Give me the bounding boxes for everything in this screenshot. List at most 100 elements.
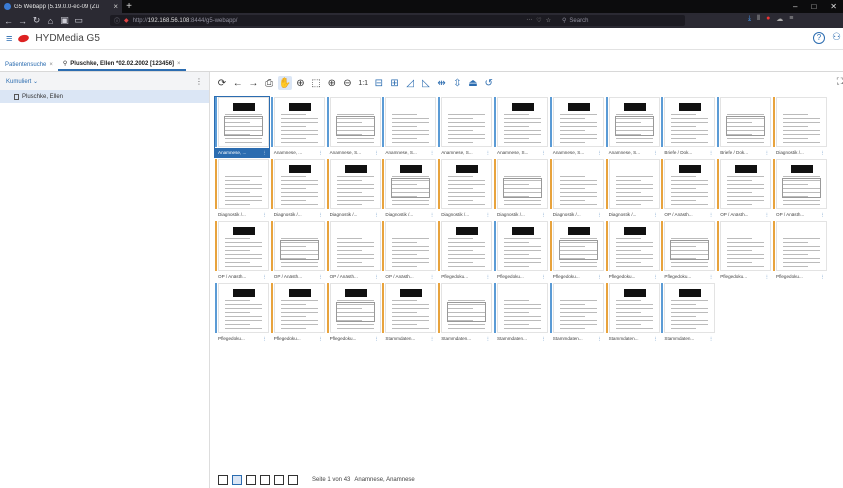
document-menu-icon[interactable]: ⋮: [430, 212, 437, 218]
document-menu-icon[interactable]: ⋮: [765, 274, 772, 280]
view-right-icon[interactable]: [288, 475, 298, 485]
forward-icon[interactable]: →: [246, 76, 260, 90]
document-menu-icon[interactable]: ⋮: [765, 150, 772, 156]
close-tab-icon[interactable]: ×: [113, 2, 118, 11]
pocket-icon[interactable]: ♡: [536, 17, 541, 24]
fit-width-icon[interactable]: ⇹: [435, 76, 449, 90]
document-menu-icon[interactable]: ⋮: [374, 274, 381, 280]
close-window-button[interactable]: ✕: [830, 2, 837, 11]
document-thumbnail[interactable]: Anamnese, S... ⋮: [549, 97, 604, 157]
document-menu-icon[interactable]: ⋮: [430, 150, 437, 156]
document-menu-icon[interactable]: ⋮: [820, 212, 827, 218]
document-menu-icon[interactable]: ⋮: [709, 150, 716, 156]
document-thumbnail[interactable]: Anamnese, S... ⋮: [494, 97, 548, 157]
forward-icon[interactable]: →: [18, 16, 27, 26]
back-icon[interactable]: ←: [4, 16, 13, 26]
extension-icon[interactable]: ▣: [60, 15, 69, 26]
view-left-icon[interactable]: [260, 475, 270, 485]
minimize-button[interactable]: –: [793, 2, 797, 11]
document-thumbnail[interactable]: Diagnostik /... ⋮: [215, 159, 269, 219]
document-menu-icon[interactable]: ⋮: [709, 336, 716, 342]
document-thumbnail[interactable]: OP / Anästh... ⋮: [270, 221, 325, 281]
rotate-icon[interactable]: ⟳: [215, 76, 229, 90]
view-bottom-icon[interactable]: [274, 475, 284, 485]
document-menu-icon[interactable]: ⋮: [486, 150, 493, 156]
document-menu-icon[interactable]: ⋮: [486, 336, 493, 342]
document-thumbnail[interactable]: Pflegedoku... ⋮: [717, 221, 772, 281]
document-thumbnail[interactable]: Pflegedoku... ⋮: [494, 221, 548, 281]
document-menu-icon[interactable]: ⋮: [318, 336, 325, 342]
addon-icon[interactable]: ●: [766, 15, 770, 23]
document-menu-icon[interactable]: ⋮: [374, 336, 381, 342]
rotate-right-icon[interactable]: ◺: [419, 76, 433, 90]
actual-size-icon[interactable]: 1:1: [356, 76, 370, 90]
document-menu-icon[interactable]: ⋮: [374, 150, 381, 156]
view-single-icon[interactable]: [218, 475, 228, 485]
document-thumbnail[interactable]: Diagnostik /... ⋮: [549, 159, 604, 219]
document-menu-icon[interactable]: ⋮: [318, 274, 325, 280]
document-menu-icon[interactable]: ⋮: [262, 336, 269, 342]
document-thumbnail[interactable]: Diagnostik /... ⋮: [326, 159, 381, 219]
document-thumbnail[interactable]: Pflegedoku... ⋮: [549, 221, 604, 281]
document-menu-icon[interactable]: ⋮: [597, 212, 604, 218]
document-menu-icon[interactable]: ⋮: [262, 150, 269, 156]
document-thumbnail[interactable]: Diagnostik /... ⋮: [438, 159, 493, 219]
undo-icon[interactable]: ↺: [482, 76, 496, 90]
document-thumbnail[interactable]: Stammdaten... ⋮: [494, 283, 548, 343]
document-menu-icon[interactable]: ⋮: [541, 150, 548, 156]
page-actions-icon[interactable]: ···: [526, 17, 532, 24]
document-thumbnail[interactable]: Anamnese, S... ⋮: [438, 97, 493, 157]
document-thumbnail[interactable]: Diagnostik /... ⋮: [382, 159, 437, 219]
document-thumbnail[interactable]: Anamnese, S... ⋮: [326, 97, 381, 157]
document-thumbnail[interactable]: Stammdaten... ⋮: [605, 283, 660, 343]
document-menu-icon[interactable]: ⋮: [765, 212, 772, 218]
document-menu-icon[interactable]: ⋮: [430, 336, 437, 342]
document-thumbnail[interactable]: Pflegedoku... ⋮: [438, 221, 493, 281]
document-thumbnail[interactable]: Diagnostik /... ⋮: [605, 159, 660, 219]
tab-patient[interactable]: ⚲ Pluschke, Ellen *02.02.2002 [123456] ×: [57, 58, 186, 71]
document-thumbnail[interactable]: Pflegedoku... ⋮: [270, 283, 325, 343]
document-menu-icon[interactable]: ⋮: [430, 274, 437, 280]
fit-height-icon[interactable]: ⊟: [372, 76, 386, 90]
tree-item-patient[interactable]: Pluschke, Ellen: [0, 90, 209, 103]
new-tab-button[interactable]: +: [122, 0, 136, 13]
rotate-left-icon[interactable]: ◿: [403, 76, 417, 90]
close-icon[interactable]: ×: [49, 62, 53, 68]
document-menu-icon[interactable]: ⋮: [597, 274, 604, 280]
document-thumbnail[interactable]: OP / Anästh... ⋮: [326, 221, 381, 281]
document-menu-icon[interactable]: ⋮: [541, 336, 548, 342]
document-menu-icon[interactable]: ⋮: [597, 336, 604, 342]
document-menu-icon[interactable]: ⋮: [262, 274, 269, 280]
document-thumbnail[interactable]: Pflegedoku... ⋮: [215, 283, 269, 343]
document-menu-icon[interactable]: ⋮: [653, 274, 660, 280]
document-thumbnail[interactable]: OP / Anästh... ⋮: [382, 221, 437, 281]
reload-icon[interactable]: ↻: [32, 15, 41, 26]
document-thumbnail[interactable]: Anamnese, S... ⋮: [605, 97, 660, 157]
home-icon[interactable]: ⌂: [46, 16, 55, 26]
help-icon[interactable]: ?: [813, 32, 825, 44]
document-thumbnail[interactable]: Diagnostik /... ⋮: [494, 159, 548, 219]
tab-patientensuche[interactable]: Patientensuche ×: [0, 58, 58, 71]
document-thumbnail[interactable]: Stammdaten... ⋮: [438, 283, 493, 343]
document-thumbnail[interactable]: Anamnese, S... ⋮: [382, 97, 437, 157]
document-menu-icon[interactable]: ⋮: [709, 212, 716, 218]
back-icon[interactable]: ←: [231, 76, 245, 90]
fit-vertical-icon[interactable]: ⇳: [450, 76, 464, 90]
select-rect-icon[interactable]: ⬚: [309, 76, 323, 90]
document-thumbnail[interactable]: OP / Anästh... ⋮: [773, 159, 827, 219]
panel-menu-icon[interactable]: ⋮: [195, 77, 203, 86]
lock-icon[interactable]: ⏏: [466, 76, 480, 90]
document-menu-icon[interactable]: ⋮: [820, 274, 827, 280]
document-menu-icon[interactable]: ⋮: [486, 274, 493, 280]
document-menu-icon[interactable]: ⋮: [318, 150, 325, 156]
browser-tab[interactable]: G5 Webapp (5.19.0.0-ec-09 (Zü ×: [0, 0, 122, 13]
document-menu-icon[interactable]: ⋮: [374, 212, 381, 218]
download-icon[interactable]: ⤓: [748, 15, 751, 23]
document-menu-icon[interactable]: ⋮: [486, 212, 493, 218]
close-icon[interactable]: ×: [177, 61, 181, 67]
document-thumbnail[interactable]: Anamnese, ... ⋮: [214, 96, 270, 158]
document-thumbnail[interactable]: Pflegedoku... ⋮: [605, 221, 660, 281]
document-thumbnail[interactable]: Briefe / Dok... ⋮: [717, 97, 772, 157]
document-menu-icon[interactable]: ⋮: [653, 150, 660, 156]
kumuliert-dropdown[interactable]: Kumuliert ⌄: [6, 78, 38, 85]
